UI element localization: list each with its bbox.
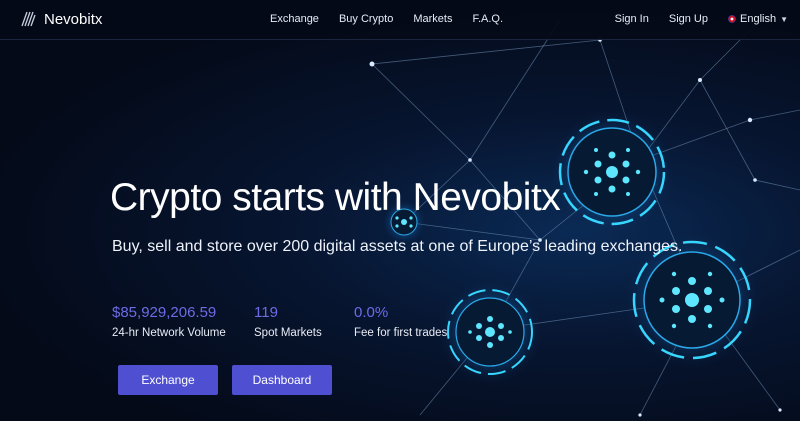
stat-value: 0.0%	[354, 304, 389, 321]
stat-network-volume: $85,929,206.59 24-hr Network Volume	[112, 304, 226, 339]
stat-value: $85,929,206.59	[112, 304, 217, 321]
stat-label: Fee for first trades	[354, 327, 448, 339]
auth-controls: Sign In Sign Up English ▼	[595, 13, 788, 25]
language-selector[interactable]: English ▼	[728, 13, 788, 25]
nav-exchange-link[interactable]: Exchange	[270, 13, 319, 25]
nav-faq-link[interactable]: F.A.Q.	[472, 13, 503, 25]
hero-subtitle: Buy, sell and store over 200 digital ass…	[112, 238, 683, 255]
top-navbar: Nevobitx Exchange Buy Crypto Markets F.A…	[0, 0, 800, 40]
dashboard-button[interactable]: Dashboard	[232, 365, 332, 395]
sign-up-link[interactable]: Sign Up	[669, 13, 708, 25]
stripes-logo-icon	[21, 11, 36, 27]
stat-value: 119	[254, 304, 278, 321]
stat-label: 24-hr Network Volume	[112, 327, 226, 339]
language-label: English	[740, 13, 777, 25]
nav-markets-link[interactable]: Markets	[413, 13, 452, 25]
brand-name: Nevobitx	[44, 10, 103, 28]
uk-flag-icon	[728, 15, 736, 23]
main-nav: Exchange Buy Crypto Markets F.A.Q.	[270, 13, 523, 25]
brand-logo[interactable]: Nevobitx	[20, 10, 102, 28]
hero-title: Crypto starts with Nevobitx	[110, 176, 561, 219]
stat-label: Spot Markets	[254, 327, 322, 339]
exchange-button[interactable]: Exchange	[118, 365, 218, 395]
stat-spot-markets: 119 Spot Markets	[254, 304, 322, 339]
sign-in-link[interactable]: Sign In	[615, 13, 649, 25]
nav-buy-crypto-link[interactable]: Buy Crypto	[339, 13, 393, 25]
chevron-down-icon: ▼	[780, 14, 788, 24]
stat-trade-fee: 0.0% Fee for first trades	[354, 304, 447, 339]
